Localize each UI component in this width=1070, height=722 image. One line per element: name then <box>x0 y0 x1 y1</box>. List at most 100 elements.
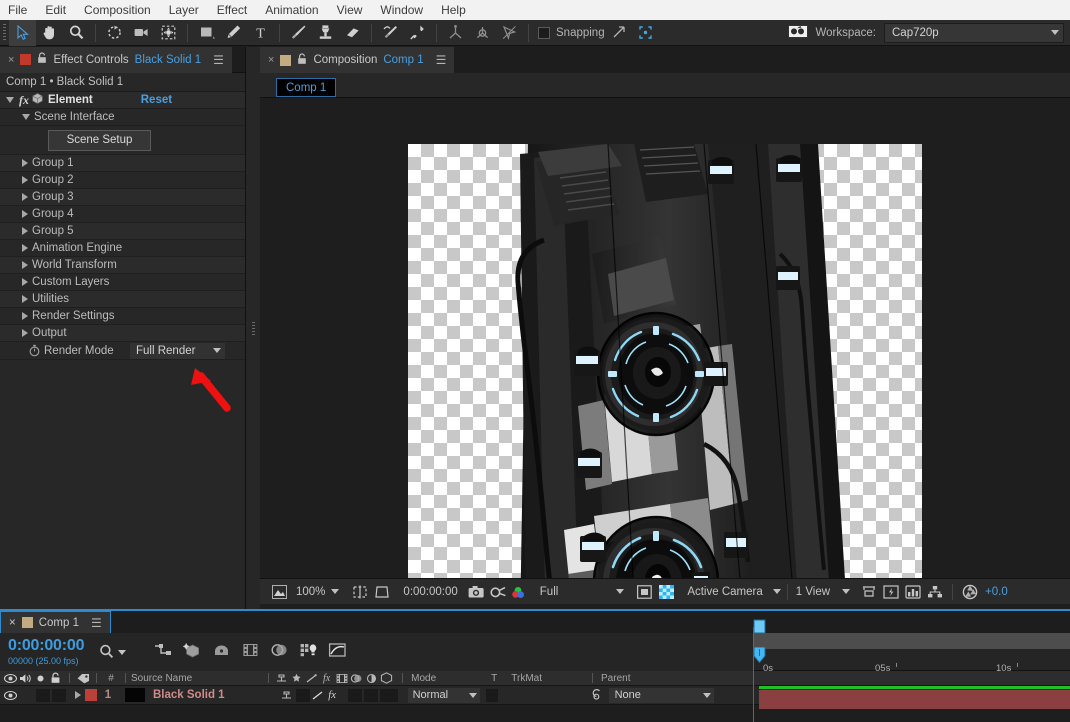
shape-tool[interactable] <box>193 20 220 46</box>
lock-icon[interactable] <box>297 52 307 68</box>
composition-tab[interactable]: × Composition Comp 1 ☰ <box>260 47 455 73</box>
chevron-right-icon[interactable] <box>22 159 28 167</box>
channel-rgb-icon[interactable] <box>510 579 532 605</box>
show-snapshot-icon[interactable] <box>488 579 510 605</box>
label-tag-icon[interactable] <box>76 671 91 686</box>
zoom-tool[interactable] <box>63 20 90 46</box>
chevron-down-icon[interactable] <box>616 589 625 594</box>
local-axis-mode-icon[interactable] <box>442 20 469 46</box>
pixel-aspect-correction-icon[interactable] <box>858 579 880 605</box>
layer-lock-toggle[interactable] <box>52 688 66 702</box>
roto-brush-tool[interactable] <box>377 20 404 46</box>
work-area-start-marker[interactable] <box>753 619 766 635</box>
zoom-level[interactable]: 100% <box>296 586 325 598</box>
close-icon[interactable]: × <box>8 54 14 66</box>
chevron-right-icon[interactable] <box>22 312 28 320</box>
scene-setup-button[interactable]: Scene Setup <box>48 129 151 151</box>
snapping-arrow-icon[interactable] <box>605 20 632 46</box>
chevron-right-icon[interactable] <box>22 176 28 184</box>
layer-parent-switch[interactable] <box>279 688 294 703</box>
chevron-right-icon[interactable] <box>22 244 28 252</box>
stopwatch-icon[interactable] <box>28 344 41 357</box>
lock-icon[interactable] <box>37 52 47 67</box>
snapshot-camera-icon[interactable] <box>466 579 488 605</box>
layer-effects-switch[interactable]: fx <box>325 688 340 703</box>
menu-item-layer[interactable]: Layer <box>160 0 208 20</box>
solo-dot-icon[interactable] <box>33 671 48 686</box>
effect-header-element[interactable]: fx Element Reset <box>0 92 245 109</box>
timeline-ruler[interactable]: 0s 05s 10s <box>753 619 1070 674</box>
property-group-custom-layers[interactable]: Custom Layers <box>0 274 245 291</box>
layer-motion-blur-toggle[interactable] <box>363 688 378 702</box>
layer-name[interactable]: Black Solid 1 <box>153 689 225 701</box>
hand-tool[interactable] <box>36 20 63 46</box>
menu-item-animation[interactable]: Animation <box>256 0 327 20</box>
chevron-down-icon[interactable] <box>6 97 14 103</box>
snapping-checkbox[interactable] <box>538 26 550 39</box>
enable-motion-blur-icon[interactable] <box>270 642 289 663</box>
layer-quality-toggle[interactable] <box>295 688 310 702</box>
selection-tool[interactable] <box>9 19 36 46</box>
chevron-down-icon[interactable] <box>22 114 30 120</box>
exposure-aperture-icon[interactable] <box>959 579 981 605</box>
layer-parent-dropdown[interactable]: None <box>608 687 714 703</box>
rotation-tool[interactable] <box>101 20 128 46</box>
close-icon[interactable]: × <box>9 617 16 629</box>
effect-controls-tab[interactable]: × Effect Controls Black Solid 1 ☰ <box>0 46 232 73</box>
parent-pickwhip-icon[interactable] <box>590 688 605 703</box>
render-mode-dropdown[interactable]: Full Render <box>130 342 225 359</box>
menu-item-composition[interactable]: Composition <box>75 0 160 20</box>
chevron-right-icon[interactable] <box>22 261 28 269</box>
property-group-5[interactable]: Group 5 <box>0 223 245 240</box>
camera-tool[interactable] <box>128 20 155 46</box>
chevron-right-icon[interactable] <box>22 227 28 235</box>
property-group-render-settings[interactable]: Render Settings <box>0 308 245 325</box>
clone-stamp-tool[interactable] <box>312 20 339 46</box>
region-of-interest-icon[interactable] <box>371 579 393 605</box>
chevron-down-icon[interactable] <box>842 589 851 594</box>
property-group-animation-engine[interactable]: Animation Engine <box>0 240 245 257</box>
current-time-block[interactable]: 0:00:00:00 00000 (25.00 fps) <box>0 633 84 671</box>
close-icon[interactable]: × <box>268 54 274 66</box>
grid-guides-icon[interactable] <box>349 579 371 605</box>
chevron-right-icon[interactable] <box>22 278 28 286</box>
layer-trkmat-cell[interactable] <box>485 688 498 702</box>
menu-item-help[interactable]: Help <box>432 0 475 20</box>
layer-label-color[interactable] <box>85 689 97 701</box>
reset-button[interactable]: Reset <box>141 94 172 106</box>
panel-menu-icon[interactable]: ☰ <box>91 616 102 630</box>
property-group-world-transform[interactable]: World Transform <box>0 257 245 274</box>
camera-value[interactable]: Active Camera <box>687 586 762 598</box>
type-tool[interactable]: T <box>247 20 274 46</box>
toolbar-grip[interactable] <box>0 20 9 46</box>
video-eye-icon[interactable] <box>3 671 18 686</box>
exposure-value[interactable]: +0.0 <box>985 586 1008 598</box>
menu-item-edit[interactable]: Edit <box>36 0 75 20</box>
workspace-dropdown[interactable]: Cap720p <box>884 22 1064 43</box>
composition-viewer[interactable] <box>260 98 1070 578</box>
snapping-target-icon[interactable] <box>632 20 659 46</box>
property-group-utilities[interactable]: Utilities <box>0 291 245 308</box>
property-group-2[interactable]: Group 2 <box>0 172 245 189</box>
resolution-value[interactable]: Full <box>540 586 559 598</box>
chevron-right-icon[interactable] <box>22 193 28 201</box>
chevron-right-icon[interactable] <box>22 329 28 337</box>
draft-3d-icon[interactable] <box>183 642 202 663</box>
timeline-tab[interactable]: × Comp 1 ☰ <box>0 611 111 633</box>
chevron-right-icon[interactable] <box>22 295 28 303</box>
timeline-comp-flowchart-icon[interactable] <box>902 579 924 605</box>
comp-flowchart-icon[interactable] <box>924 579 946 605</box>
brainstorm-icon[interactable] <box>299 642 318 663</box>
search-box[interactable] <box>98 633 127 671</box>
timeline-track-area[interactable] <box>753 686 1070 722</box>
layer-3d-toggle[interactable] <box>379 688 398 702</box>
chevron-right-icon[interactable] <box>22 210 28 218</box>
hide-shy-layers-icon[interactable] <box>212 642 231 663</box>
viewer-canvas[interactable] <box>408 144 922 578</box>
layer-quality-switch[interactable] <box>310 688 325 703</box>
pen-tool[interactable] <box>220 20 247 46</box>
view-axis-mode-icon[interactable] <box>496 20 523 46</box>
menu-item-effect[interactable]: Effect <box>208 0 256 20</box>
property-group-3[interactable]: Group 3 <box>0 189 245 206</box>
enable-frame-blending-icon[interactable] <box>241 642 260 663</box>
